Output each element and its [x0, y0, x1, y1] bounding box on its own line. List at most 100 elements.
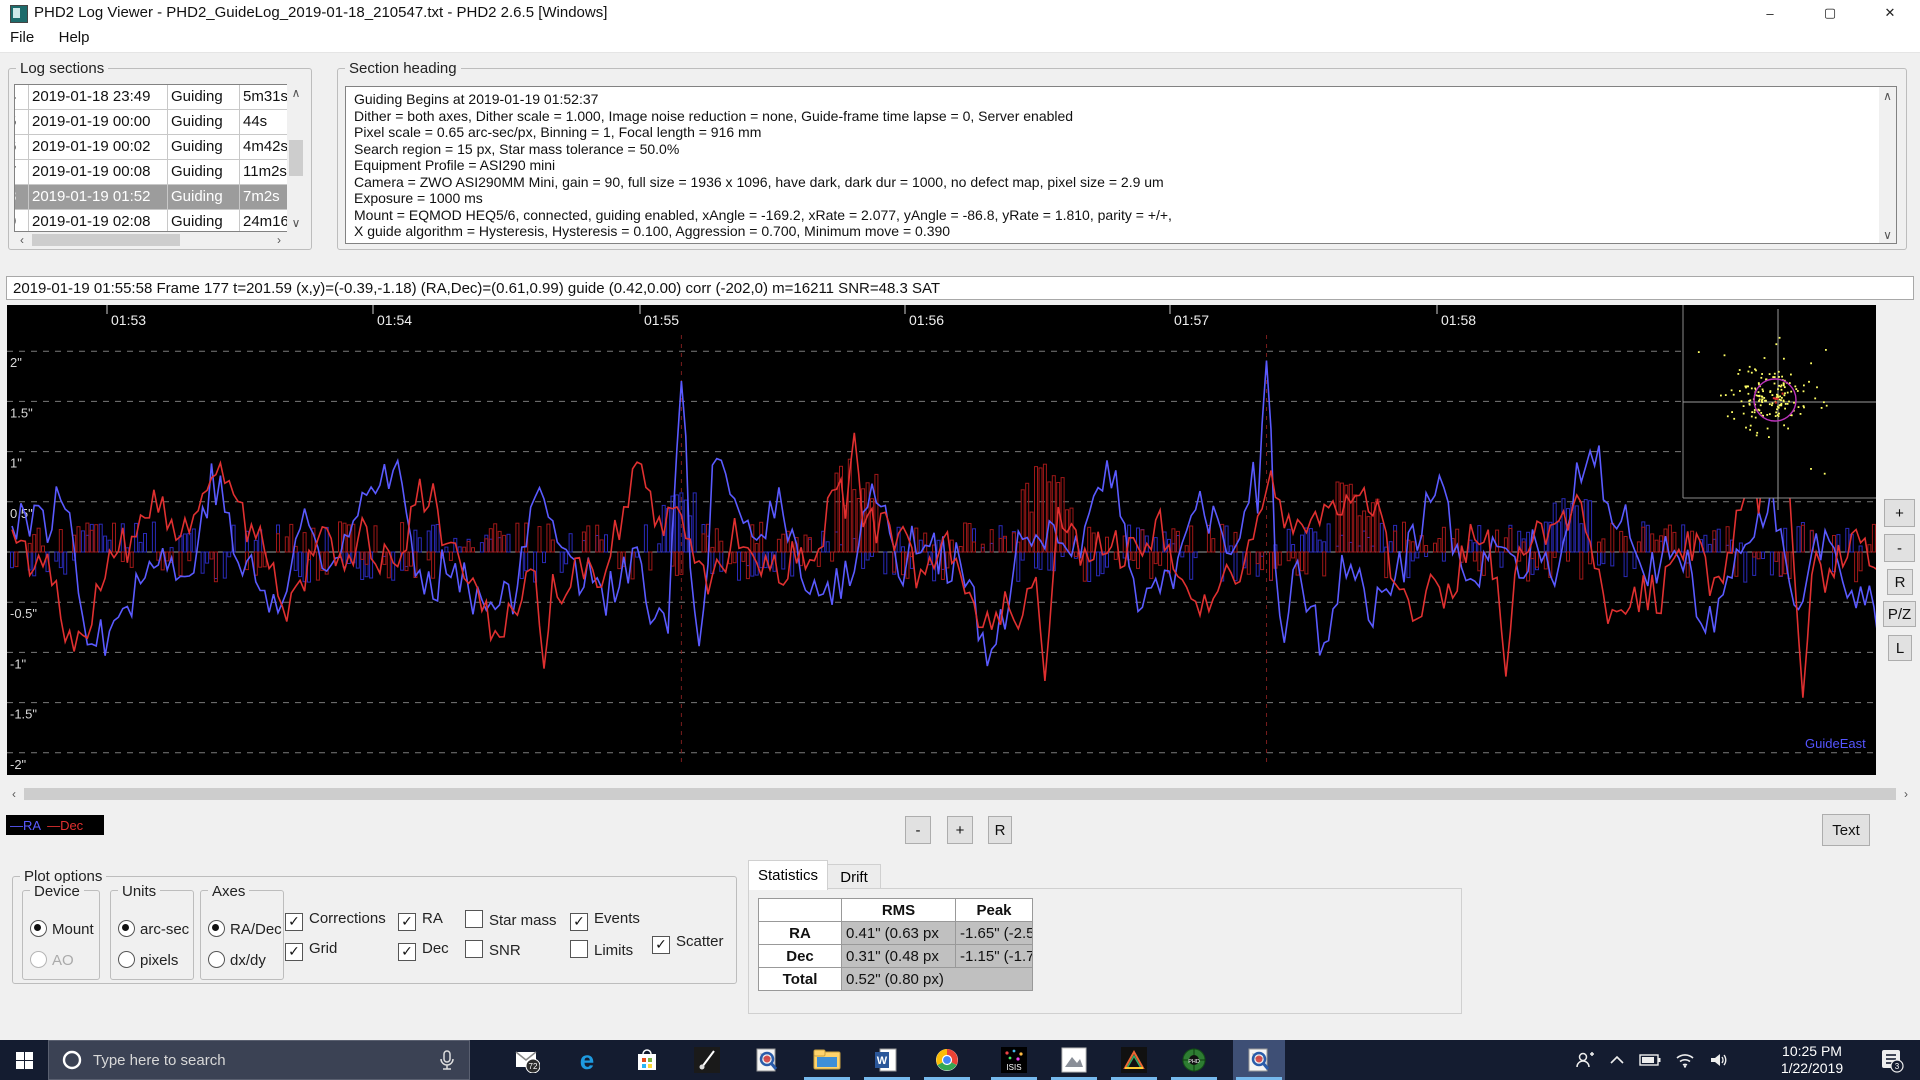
log-num: 7 — [15, 160, 29, 184]
ra-correction-bar — [1704, 535, 1707, 552]
checkbox-snr[interactable]: SNR — [465, 940, 521, 960]
log-sections-list[interactable]: 42019-01-18 23:49Guiding5m31s52019-01-19… — [14, 84, 288, 232]
dec-correction-bar — [1190, 526, 1193, 552]
hidden-icons-chevron-icon[interactable] — [1609, 1055, 1625, 1065]
log-section-row[interactable]: 52019-01-19 00:00Guiding44s — [15, 110, 287, 135]
dec-correction-bar — [1106, 537, 1109, 552]
vzoom-out-button[interactable]: - — [905, 816, 931, 844]
radio-icon — [208, 951, 225, 968]
taskbar-log-viewer-pin-icon[interactable] — [743, 1040, 791, 1080]
heading-vscrollbar[interactable]: ∧ ∨ — [1879, 87, 1896, 243]
scroll-up-icon[interactable]: ∧ — [287, 84, 305, 102]
radio-pixels[interactable]: pixels — [118, 951, 178, 970]
log-list-vscrollbar[interactable]: ∧ ∨ — [287, 84, 305, 232]
taskbar-phd2-icon[interactable]: PHD — [1170, 1040, 1218, 1080]
wifi-icon[interactable] — [1675, 1052, 1695, 1068]
log-list-hscrollbar[interactable]: ‹ › — [14, 232, 287, 248]
volume-icon[interactable] — [1709, 1052, 1729, 1068]
l-button[interactable]: L — [1888, 635, 1912, 661]
checkbox-icon: ✓ — [398, 913, 416, 931]
taskbar-spectrum-app-icon[interactable] — [1110, 1040, 1158, 1080]
radio-mount[interactable]: Mount — [30, 920, 94, 939]
taskbar-clock[interactable]: 10:25 PM 1/22/2019 — [1766, 1043, 1858, 1077]
dec-correction-bar — [715, 529, 718, 552]
menu-file[interactable]: File — [0, 26, 44, 49]
scatter-point — [1803, 385, 1805, 387]
scroll-right-icon[interactable]: › — [1898, 786, 1914, 802]
reset-button[interactable]: R — [1887, 569, 1913, 595]
scatter-point — [1783, 385, 1785, 387]
scroll-right-icon[interactable]: › — [271, 232, 287, 248]
vreset-button[interactable]: R — [988, 816, 1012, 844]
close-button[interactable]: ✕ — [1860, 0, 1920, 26]
people-icon[interactable] — [1575, 1050, 1595, 1070]
scroll-left-icon[interactable]: ‹ — [6, 786, 22, 802]
checkbox-grid[interactable]: ✓Grid — [285, 940, 337, 961]
microphone-icon[interactable] — [439, 1049, 455, 1071]
zoom-out-button[interactable]: - — [1884, 534, 1915, 562]
dec-correction-bar — [290, 524, 293, 552]
action-center-icon[interactable]: 3 — [1868, 1040, 1916, 1080]
minimize-button[interactable]: – — [1740, 0, 1800, 26]
taskbar-file-explorer-icon[interactable] — [803, 1040, 851, 1080]
log-section-row[interactable]: 42019-01-18 23:49Guiding5m31s — [15, 85, 287, 110]
dec-correction-bar — [1176, 531, 1179, 552]
vzoom-in-button[interactable]: + — [947, 816, 973, 844]
scroll-thumb[interactable] — [289, 140, 303, 176]
radio-arc-sec[interactable]: arc-sec — [118, 920, 189, 939]
taskbar-photos-icon[interactable] — [1050, 1040, 1098, 1080]
scatter-point — [1760, 412, 1762, 414]
dec-correction-bar — [1496, 530, 1499, 552]
ra-correction-bar — [675, 495, 678, 552]
scroll-up-icon[interactable]: ∧ — [1879, 87, 1896, 104]
taskbar-word-icon[interactable]: W — [863, 1040, 911, 1080]
scroll-left-icon[interactable]: ‹ — [14, 232, 30, 248]
heading-line: Search region = 15 px, Star mass toleran… — [354, 141, 1888, 158]
maximize-button[interactable]: ▢ — [1800, 0, 1860, 26]
checkbox-limits[interactable]: Limits — [570, 940, 633, 960]
log-section-row[interactable]: 92019-01-19 02:08Guiding24m16s — [15, 210, 287, 232]
scatter-point — [1787, 403, 1789, 405]
log-section-row[interactable]: 82019-01-19 01:52Guiding7m2s — [15, 185, 287, 210]
tab-drift[interactable]: Drift — [827, 864, 881, 890]
scatter-point — [1755, 370, 1757, 372]
chart-hscrollbar[interactable]: ‹ › — [6, 786, 1914, 802]
ra-correction-bar — [1598, 552, 1601, 565]
checkbox-corrections[interactable]: ✓Corrections — [285, 910, 386, 931]
scroll-thumb[interactable] — [32, 234, 180, 246]
scroll-down-icon[interactable]: ∨ — [1879, 226, 1896, 243]
radio-ra-dec[interactable]: RA/Dec — [208, 920, 282, 939]
taskbar-capture-app-icon[interactable] — [683, 1040, 731, 1080]
zoom-in-button[interactable]: + — [1884, 499, 1915, 527]
radio-dx-dy[interactable]: dx/dy — [208, 951, 266, 970]
scatter-point — [1781, 389, 1783, 391]
text-button[interactable]: Text — [1822, 814, 1870, 846]
dec-correction-bar — [1801, 525, 1804, 552]
guide-chart[interactable]: 2"1.5"1"0.5"-0.5"-1"-1.5"-2"01:5301:5401… — [7, 305, 1876, 775]
battery-icon[interactable] — [1639, 1053, 1661, 1067]
taskbar-chrome-icon[interactable] — [923, 1040, 971, 1080]
dec-correction-bar — [28, 543, 31, 552]
checkbox-events[interactable]: ✓Events — [570, 910, 640, 931]
taskbar-isis-icon[interactable]: ISIS — [990, 1040, 1038, 1080]
checkbox-scatter[interactable]: ✓Scatter — [652, 933, 724, 954]
scroll-thumb[interactable] — [24, 788, 1896, 800]
taskbar-log-viewer-icon[interactable] — [1235, 1040, 1283, 1080]
taskbar-mail-icon[interactable]: 72 — [503, 1040, 551, 1080]
taskbar-store-icon[interactable] — [623, 1040, 671, 1080]
taskbar-search-input[interactable]: Type here to search — [48, 1040, 470, 1080]
checkbox-dec[interactable]: ✓Dec — [398, 940, 449, 961]
log-section-row[interactable]: 72019-01-19 00:08Guiding11m2s — [15, 160, 287, 185]
dec-correction-bar — [999, 538, 1002, 552]
taskbar-edge-icon[interactable]: e — [563, 1040, 611, 1080]
section-heading-text[interactable]: Guiding Begins at 2019-01-19 01:52:37Dit… — [345, 86, 1897, 244]
cortana-icon — [61, 1049, 83, 1071]
checkbox-ra[interactable]: ✓RA — [398, 910, 443, 931]
pan-zoom-button[interactable]: P/Z — [1883, 601, 1916, 627]
tab-statistics[interactable]: Statistics — [748, 860, 828, 890]
menu-help[interactable]: Help — [49, 26, 100, 49]
log-section-row[interactable]: 62019-01-19 00:02Guiding4m42s — [15, 135, 287, 160]
start-button[interactable] — [0, 1040, 48, 1080]
scroll-down-icon[interactable]: ∨ — [287, 214, 305, 232]
checkbox-star-mass[interactable]: Star mass — [465, 910, 557, 930]
